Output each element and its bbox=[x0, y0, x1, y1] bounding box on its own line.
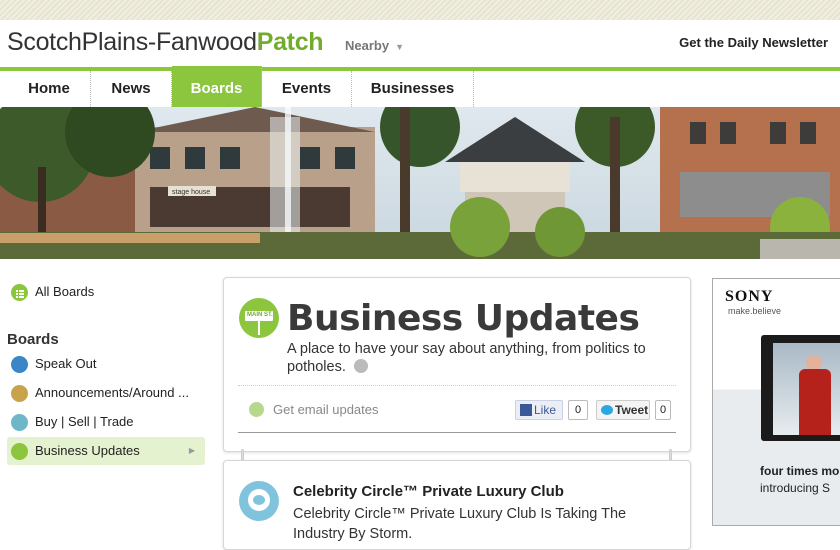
post-title[interactable]: Celebrity Circle™ Private Luxury Club bbox=[293, 483, 564, 500]
logo-town: ScotchPlains-Fanwood bbox=[7, 28, 257, 56]
post-body: Celebrity Circle™ Private Luxury Club Is… bbox=[293, 506, 627, 542]
town-photo: stage house bbox=[0, 107, 840, 259]
ad-line-2: introducing S bbox=[760, 481, 831, 495]
board-description: A place to have your say about anything,… bbox=[287, 340, 677, 376]
boards-heading: Boards bbox=[7, 331, 59, 348]
nav-boards[interactable]: Boards bbox=[172, 66, 262, 109]
chevron-right-icon: ▶ bbox=[188, 446, 195, 455]
nearby-dropdown[interactable]: Nearby ▼ bbox=[345, 38, 404, 53]
facebook-icon bbox=[520, 404, 532, 416]
nav-events[interactable]: Events bbox=[262, 71, 352, 107]
main-street-badge-icon: MAIN ST. bbox=[239, 298, 279, 338]
sidebar-item-speak-out[interactable]: Speak Out bbox=[7, 350, 205, 378]
like-label: Like bbox=[534, 403, 557, 417]
tweet-button[interactable]: Tweet bbox=[596, 400, 650, 420]
newsletter-link[interactable]: Get the Daily Newsletter bbox=[679, 35, 828, 50]
board-title: Business Updates bbox=[287, 298, 640, 339]
main-nav: Home News Boards Events Businesses bbox=[0, 66, 840, 109]
hero-sign-text: stage house bbox=[172, 189, 210, 196]
all-boards-label: All Boards bbox=[35, 284, 95, 299]
board-header-card: MAIN ST. Business Updates A place to hav… bbox=[223, 277, 691, 452]
nearby-label: Nearby bbox=[345, 38, 390, 53]
sidebar-item-announcements[interactable]: Announcements/Around ... bbox=[7, 379, 205, 407]
hero-banner-image: stage house bbox=[0, 107, 840, 259]
chevron-down-icon: ▼ bbox=[395, 42, 404, 52]
sidebar-item-label: Business Updates bbox=[35, 443, 140, 458]
all-boards-link[interactable]: All Boards bbox=[7, 278, 205, 306]
user-avatar-icon bbox=[239, 481, 279, 521]
sign-icon bbox=[11, 443, 28, 460]
sidebar-item-business-updates[interactable]: Business Updates ▶ bbox=[7, 437, 205, 465]
nav-news[interactable]: News bbox=[91, 71, 172, 107]
like-count: 0 bbox=[568, 400, 588, 420]
post-card[interactable]: Celebrity Circle™ Private Luxury Club Ce… bbox=[223, 460, 691, 550]
sidebar-item-label: Announcements/Around ... bbox=[35, 385, 189, 400]
sidebar-item-label: Speak Out bbox=[35, 356, 97, 371]
list-icon bbox=[11, 284, 28, 301]
ad-brand: SONY bbox=[725, 288, 774, 305]
logo-patch: Patch bbox=[256, 28, 324, 56]
ad-tagline: make.believe bbox=[728, 306, 782, 316]
speech-bubble-icon bbox=[11, 356, 28, 373]
top-decorative-stripe bbox=[0, 0, 840, 20]
sony-advertisement[interactable]: SONY make.believe four times mo introduc… bbox=[712, 278, 840, 526]
nav-businesses[interactable]: Businesses bbox=[352, 71, 474, 107]
sidebar-item-buy-sell-trade[interactable]: Buy | Sell | Trade bbox=[7, 408, 205, 436]
email-icon bbox=[249, 402, 264, 417]
arrows-icon bbox=[11, 414, 28, 431]
site-logo[interactable]: ScotchPlains-FanwoodPatch bbox=[7, 28, 324, 57]
flag-icon[interactable] bbox=[353, 359, 368, 373]
facebook-like-button[interactable]: Like bbox=[515, 400, 563, 420]
tv-screen-image bbox=[761, 335, 840, 441]
sidebar-item-label: Buy | Sell | Trade bbox=[35, 414, 134, 429]
tweet-label: Tweet bbox=[615, 403, 649, 417]
site-header: ScotchPlains-FanwoodPatch Nearby ▼ Get th… bbox=[0, 20, 840, 68]
nav-home[interactable]: Home bbox=[8, 71, 91, 107]
tweet-count: 0 bbox=[655, 400, 671, 420]
twitter-bird-icon bbox=[601, 405, 613, 415]
megaphone-icon bbox=[11, 385, 28, 402]
badge-text: MAIN ST. bbox=[247, 312, 273, 318]
board-description-text: A place to have your say about anything,… bbox=[287, 341, 646, 375]
email-updates-link[interactable]: Get email updates bbox=[273, 402, 379, 417]
ad-line-1: four times mo bbox=[760, 464, 840, 478]
